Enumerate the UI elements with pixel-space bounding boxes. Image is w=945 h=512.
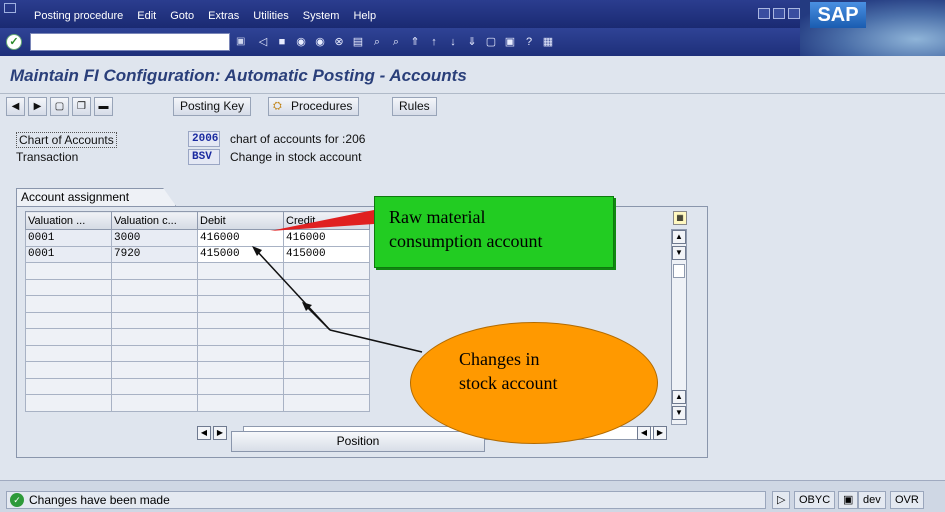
status-bar: ✓ Changes have been made ▷ OBYC ▣ dev OV… <box>0 480 945 512</box>
status-expand-icon[interactable]: ▷ <box>772 491 791 509</box>
sap-window: Posting procedure Edit Goto Extras Utili… <box>0 0 945 512</box>
status-message: Changes have been made <box>29 493 170 507</box>
arrow-line-to-ellipse <box>329 329 423 353</box>
arrow-line-branch <box>305 305 331 331</box>
status-mode[interactable]: OVR <box>890 491 924 509</box>
raw-material-callout-line1: Raw material <box>389 207 486 227</box>
status-transaction[interactable]: OBYC <box>794 491 836 509</box>
stock-account-callout-line1: Changes in <box>459 349 540 369</box>
raw-material-callout-line2: consumption account <box>389 231 543 251</box>
stock-account-callout-line2: stock account <box>459 373 558 393</box>
stock-account-callout: Changes in stock account <box>410 322 658 444</box>
green-callout-pointer <box>270 210 374 231</box>
success-check-icon: ✓ <box>10 493 24 507</box>
status-message-field[interactable]: ✓ Changes have been made <box>6 491 766 509</box>
raw-material-callout: Raw material consumption account <box>374 196 614 268</box>
status-system[interactable]: dev <box>858 491 886 509</box>
status-server-icon[interactable]: ▣ <box>838 491 859 509</box>
